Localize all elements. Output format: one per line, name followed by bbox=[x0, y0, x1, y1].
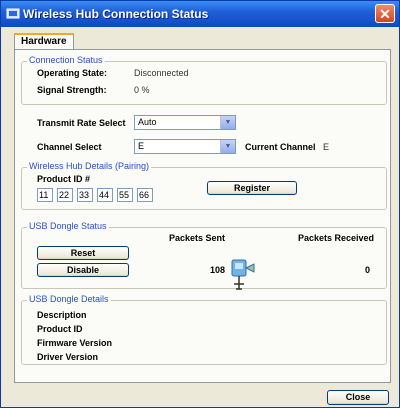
transmit-rate-select[interactable]: Auto ▼ bbox=[134, 115, 236, 130]
usb-details-title: USB Dongle Details bbox=[27, 294, 111, 304]
connection-status-title: Connection Status bbox=[27, 55, 105, 65]
usb-status-title: USB Dongle Status bbox=[27, 221, 109, 231]
product-id-field-2[interactable]: 22 bbox=[57, 188, 73, 202]
operating-state-value: Disconnected bbox=[134, 68, 189, 78]
packets-received-value: 0 bbox=[365, 265, 371, 275]
packets-sent-label: Packets Sent bbox=[169, 233, 226, 243]
usb-product-id-label: Product ID bbox=[37, 324, 83, 334]
packets-sent-value: 108 bbox=[210, 265, 226, 275]
chevron-down-icon[interactable]: ▼ bbox=[220, 116, 235, 129]
signal-strength-value: 0 % bbox=[134, 85, 150, 95]
window-close-button[interactable]: ✕ bbox=[375, 4, 395, 23]
reset-button[interactable]: Reset bbox=[37, 246, 129, 260]
description-label: Description bbox=[37, 310, 87, 320]
product-id-field-4[interactable]: 44 bbox=[97, 188, 113, 202]
current-channel-value: E bbox=[323, 142, 330, 152]
transmit-rate-label: Transmit Rate Select bbox=[37, 118, 126, 128]
product-id-field-3[interactable]: 33 bbox=[77, 188, 93, 202]
channel-select[interactable]: E ▼ bbox=[134, 139, 236, 154]
wireless-hub-dialog: Wireless Hub Connection Status ✕ Hardwar… bbox=[0, 0, 400, 408]
channel-select-value: E bbox=[138, 141, 145, 151]
packets-received-label: Packets Received bbox=[298, 233, 375, 243]
driver-version-label: Driver Version bbox=[37, 352, 99, 362]
signal-strength-label: Signal Strength: bbox=[37, 85, 107, 95]
channel-select-label: Channel Select bbox=[37, 142, 102, 152]
window-title: Wireless Hub Connection Status bbox=[23, 7, 209, 21]
usb-dongle-icon bbox=[231, 259, 255, 290]
product-id-field-6[interactable]: 66 bbox=[137, 188, 153, 202]
chevron-down-icon[interactable]: ▼ bbox=[220, 140, 235, 153]
product-id-field-1[interactable]: 11 bbox=[37, 188, 53, 202]
title-bar[interactable]: Wireless Hub Connection Status ✕ bbox=[1, 1, 399, 27]
operating-state-label: Operating State: bbox=[37, 68, 108, 78]
hub-details-title: Wireless Hub Details (Pairing) bbox=[27, 161, 152, 171]
close-button[interactable]: Close bbox=[327, 390, 389, 405]
register-button[interactable]: Register bbox=[207, 181, 297, 195]
product-id-label: Product ID # bbox=[37, 174, 91, 184]
firmware-version-label: Firmware Version bbox=[37, 338, 113, 348]
product-id-field-5[interactable]: 55 bbox=[117, 188, 133, 202]
disable-button[interactable]: Disable bbox=[37, 263, 129, 277]
app-icon bbox=[6, 8, 20, 19]
current-channel-label: Current Channel bbox=[245, 142, 316, 152]
transmit-rate-value: Auto bbox=[138, 117, 157, 127]
